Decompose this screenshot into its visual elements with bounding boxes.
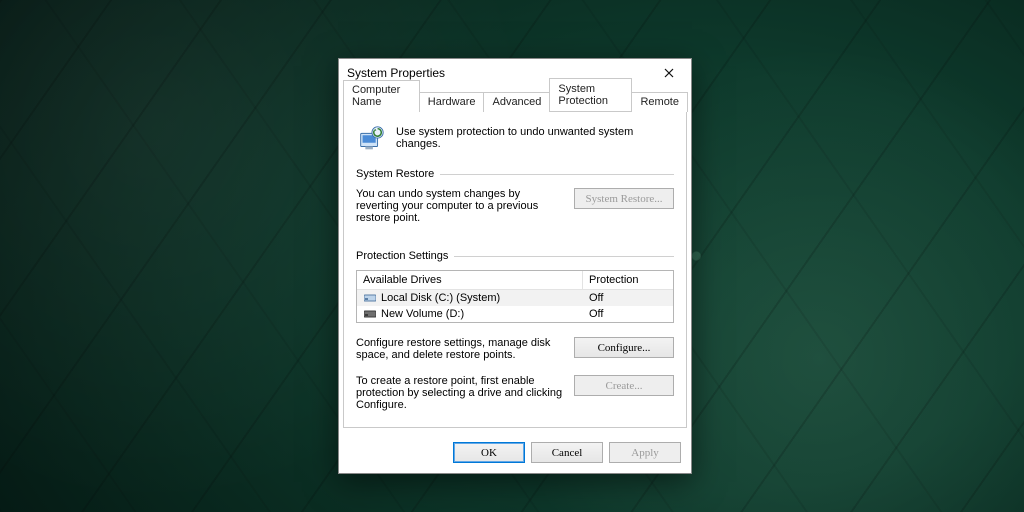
tab-hardware[interactable]: Hardware bbox=[419, 92, 485, 112]
configure-button[interactable]: Configure... bbox=[574, 337, 674, 358]
cancel-button[interactable]: Cancel bbox=[531, 442, 603, 463]
intro-row: Use system protection to undo unwanted s… bbox=[356, 124, 674, 154]
system-restore-button[interactable]: System Restore... bbox=[574, 188, 674, 209]
tab-system-protection[interactable]: System Protection bbox=[549, 78, 632, 111]
tab-panel-system-protection: Use system protection to undo unwanted s… bbox=[343, 111, 687, 428]
drive-protection: Off bbox=[589, 292, 667, 304]
close-icon bbox=[664, 68, 674, 78]
create-description: To create a restore point, first enable … bbox=[356, 375, 564, 411]
tab-remote[interactable]: Remote bbox=[631, 92, 688, 112]
group-label-system-restore: System Restore bbox=[356, 168, 434, 180]
system-properties-dialog: System Properties Computer Name Hardware… bbox=[338, 58, 692, 474]
close-button[interactable] bbox=[649, 59, 689, 87]
disk-icon bbox=[363, 293, 377, 303]
create-button[interactable]: Create... bbox=[574, 375, 674, 396]
drive-row[interactable]: Local Disk (C:) (System) Off bbox=[357, 290, 673, 306]
drives-header: Available Drives Protection bbox=[357, 271, 673, 290]
drives-list[interactable]: Available Drives Protection Local Disk (… bbox=[356, 270, 674, 323]
drive-protection: Off bbox=[589, 308, 667, 320]
divider bbox=[454, 256, 674, 257]
tab-advanced[interactable]: Advanced bbox=[483, 92, 550, 112]
divider bbox=[440, 174, 674, 175]
apply-button[interactable]: Apply bbox=[609, 442, 681, 463]
drive-name: New Volume (D:) bbox=[377, 308, 589, 320]
ok-button[interactable]: OK bbox=[453, 442, 525, 463]
group-system-restore: System Restore You can undo system chang… bbox=[356, 168, 674, 224]
system-protection-icon bbox=[356, 124, 386, 154]
group-label-protection-settings: Protection Settings bbox=[356, 250, 448, 262]
disk-icon bbox=[363, 309, 377, 319]
tab-strip: Computer Name Hardware Advanced System P… bbox=[339, 89, 691, 111]
column-protection[interactable]: Protection bbox=[583, 271, 673, 289]
drive-row[interactable]: New Volume (D:) Off bbox=[357, 306, 673, 322]
system-restore-description: You can undo system changes by reverting… bbox=[356, 188, 564, 224]
intro-text: Use system protection to undo unwanted s… bbox=[396, 124, 674, 150]
configure-description: Configure restore settings, manage disk … bbox=[356, 337, 564, 361]
drive-name: Local Disk (C:) (System) bbox=[377, 292, 589, 304]
column-available-drives[interactable]: Available Drives bbox=[357, 271, 583, 289]
group-protection-settings: Protection Settings Available Drives Pro… bbox=[356, 250, 674, 411]
tab-computer-name[interactable]: Computer Name bbox=[343, 80, 420, 112]
dialog-buttons: OK Cancel Apply bbox=[339, 434, 691, 473]
